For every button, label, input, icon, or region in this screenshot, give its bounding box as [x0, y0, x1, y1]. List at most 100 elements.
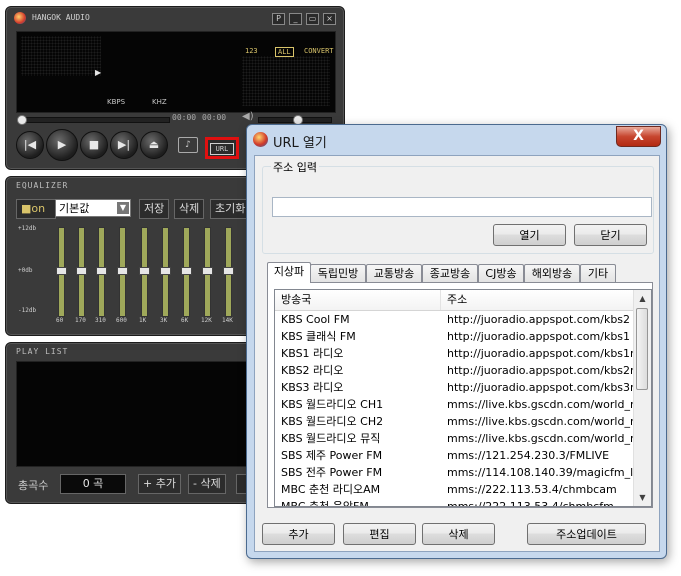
eq-slider-handle[interactable] [223, 267, 234, 275]
eq-reset-button[interactable]: 초기화 [210, 199, 251, 219]
total-time: 00:00 [202, 113, 227, 122]
eq-slider-handle[interactable] [181, 267, 192, 275]
eq-slider[interactable] [117, 227, 128, 317]
stop-button[interactable]: ■ [80, 131, 108, 159]
eject-button[interactable]: ⏏ [140, 131, 168, 159]
elapsed-time: 00:00 [172, 113, 197, 122]
eq-preset-value: 기본값 [59, 202, 90, 215]
eq-slider[interactable] [160, 227, 171, 317]
previous-button[interactable]: |◀ [16, 131, 44, 159]
repeat-mode-toggle[interactable]: 123 [245, 47, 258, 55]
table-row[interactable]: KBS 월드라디오 CH2 mms://live.kbs.gscdn.com/wo… [275, 413, 651, 430]
eq-slider-handle[interactable] [160, 267, 171, 275]
chevron-down-icon[interactable]: ▼ [117, 202, 129, 214]
table-row[interactable]: KBS 월드라디오 CH1 mms://live.kbs.gscdn.com/wo… [275, 396, 651, 413]
eq-slider[interactable] [139, 227, 150, 317]
eq-slider[interactable] [76, 227, 87, 317]
eq-slider-handle[interactable] [96, 267, 107, 275]
table-row[interactable]: KBS3 라디오 http://juoradio.appspot.com/kbs3… [275, 379, 635, 396]
tab-overseas[interactable]: 해외방송 [524, 264, 580, 282]
seek-bar[interactable] [17, 115, 170, 125]
station-name: KBS Cool FM [281, 313, 350, 326]
url-address-input[interactable] [272, 197, 652, 217]
minimize-button[interactable]: _ [289, 13, 302, 25]
tab-traffic[interactable]: 교통방송 [366, 264, 422, 282]
all-mode-toggle[interactable]: ALL [275, 47, 294, 57]
playlist-toggle-button[interactable]: P [272, 13, 285, 25]
column-address[interactable]: 주소 [441, 290, 635, 310]
next-button[interactable]: ▶| [110, 131, 138, 159]
lcd-display: 123 ALL CONVERT ▶ KBPS KHZ [16, 31, 336, 113]
playlist-add-button[interactable]: + 추가 [138, 474, 181, 494]
eq-slider-handle[interactable] [139, 267, 150, 275]
table-row[interactable]: KBS1 라디오 http://juoradio.appspot.com/kbs1… [275, 345, 635, 362]
volume-icon: ◀) [242, 111, 254, 122]
volume-slider[interactable] [258, 115, 332, 125]
update-address-button[interactable]: 주소업데이트 [527, 523, 646, 545]
station-url: mms://222.113.53.4/chmbcfm [447, 500, 614, 507]
scroll-up-icon[interactable]: ▲ [634, 290, 651, 307]
close-button[interactable]: 닫기 [574, 224, 647, 246]
play-button[interactable]: ▶ [46, 129, 78, 161]
eq-slider[interactable] [56, 227, 67, 317]
tab-cj[interactable]: CJ방송 [478, 264, 524, 282]
freq-label: 6K [181, 317, 189, 324]
url-open-button[interactable]: URL [205, 137, 239, 159]
seek-handle[interactable] [17, 115, 27, 125]
khz-label: KHZ [152, 98, 167, 106]
app-logo-icon [253, 132, 268, 147]
station-list-header: 방송국 주소 [275, 290, 635, 311]
edit-station-button[interactable]: 편집 [343, 523, 416, 545]
freq-label: 1K [139, 317, 147, 324]
station-name: MBC 춘천 음악FM [281, 500, 369, 507]
open-folder-icon[interactable]: ♪ [178, 137, 198, 153]
station-list-scrollbar[interactable]: ▲ ▼ [633, 290, 651, 506]
close-button[interactable]: × [323, 13, 336, 25]
table-row[interactable]: KBS Cool FM http://juoradio.appspot.com/k… [275, 311, 635, 328]
station-name: SBS 전주 Power FM [281, 466, 383, 479]
eq-slider-handle[interactable] [117, 267, 128, 275]
tab-religious[interactable]: 종교방송 [422, 264, 478, 282]
station-list[interactable]: 방송국 주소 KBS Cool FM http://juoradio.appspo… [274, 289, 652, 507]
track-count-value: 0 곡 [60, 474, 126, 494]
station-url: http://juoradio.appspot.com/kbs1r [447, 347, 635, 360]
station-name: KBS1 라디오 [281, 347, 344, 360]
add-station-button[interactable]: 추가 [262, 523, 335, 545]
playlist-remove-button[interactable]: - 삭제 [188, 474, 226, 494]
table-row[interactable]: KBS 월드라디오 뮤직 mms://live.kbs.gscdn.com/wor… [275, 430, 651, 447]
scroll-thumb[interactable] [636, 308, 648, 390]
eq-slider[interactable] [96, 227, 107, 317]
open-button[interactable]: 열기 [493, 224, 566, 246]
table-row[interactable]: MBC 춘천 라디오AM mms://222.113.53.4/chmbcam [275, 481, 635, 498]
table-row[interactable]: KBS2 라디오 http://juoradio.appspot.com/kbs2… [275, 362, 635, 379]
column-station[interactable]: 방송국 [275, 290, 441, 310]
freq-label: 60 [56, 317, 64, 324]
eq-slider-handle[interactable] [76, 267, 87, 275]
table-row[interactable]: MBC 춘천 음악FM mms://222.113.53.4/chmbcfm [275, 498, 635, 507]
eq-slider[interactable] [202, 227, 213, 317]
table-row[interactable]: SBS 전주 Power FM mms://114.108.140.39/magi… [275, 464, 649, 481]
db-max-label: +12db [18, 225, 37, 232]
table-row[interactable]: KBS 클래식 FM http://juoradio.appspot.com/kb… [275, 328, 635, 345]
tab-terrestrial[interactable]: 지상파 [267, 262, 311, 283]
tab-independent[interactable]: 독립민방 [310, 264, 366, 282]
eq-slider-handle[interactable] [202, 267, 213, 275]
eq-slider-handle[interactable] [56, 267, 67, 275]
dialog-titlebar[interactable]: URL 열기 X [247, 125, 666, 155]
station-name: KBS2 라디오 [281, 364, 344, 377]
maximize-button[interactable]: ▭ [306, 13, 319, 25]
eq-power-toggle[interactable]: ■on [16, 199, 56, 219]
eq-slider[interactable] [181, 227, 192, 317]
convert-toggle[interactable]: CONVERT [304, 47, 334, 55]
scroll-down-icon[interactable]: ▼ [634, 489, 651, 506]
eq-save-button[interactable]: 저장 [139, 199, 170, 219]
table-row[interactable]: SBS 제주 Power FM mms://121.254.230.3/FMLIV… [275, 447, 635, 464]
delete-station-button[interactable]: 삭제 [422, 523, 495, 545]
eq-slider[interactable] [223, 227, 234, 317]
tab-etc[interactable]: 기타 [580, 264, 616, 282]
address-group: 주소 입력 열기 닫기 [262, 159, 654, 254]
station-url: http://juoradio.appspot.com/kbs3r [447, 381, 635, 394]
eq-delete-button[interactable]: 삭제 [174, 199, 205, 219]
dialog-close-button[interactable]: X [616, 126, 661, 147]
eq-preset-select[interactable]: 기본값 ▼ [55, 199, 131, 217]
